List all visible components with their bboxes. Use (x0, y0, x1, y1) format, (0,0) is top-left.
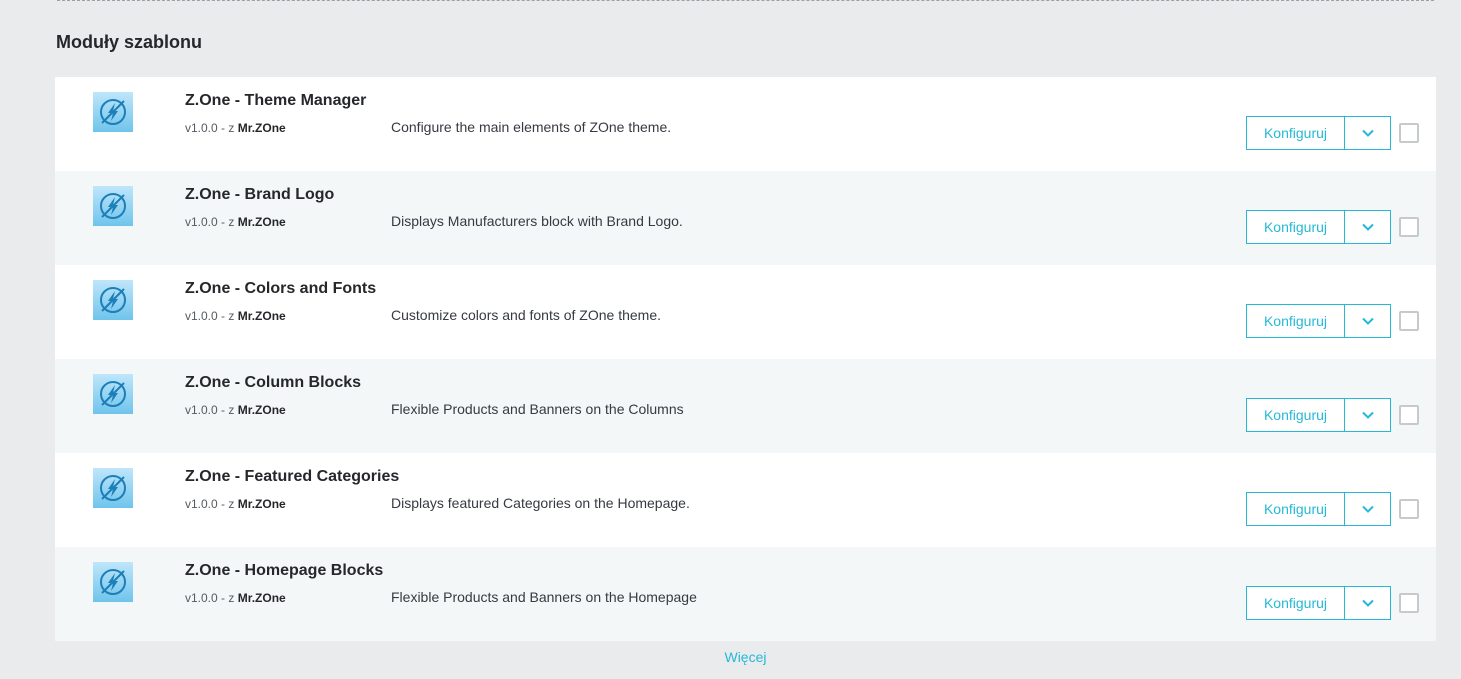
dropdown-toggle-button[interactable] (1345, 586, 1391, 620)
module-row: Z.One - Colors and Fonts v1.0.0 - z Mr.Z… (55, 265, 1436, 359)
module-author: Mr.ZOne (237, 309, 286, 323)
module-description: Displays featured Categories on the Home… (391, 495, 690, 511)
module-meta: v1.0.0 - z Mr.ZOne (185, 309, 286, 323)
chevron-down-icon (1361, 411, 1374, 419)
module-row: Z.One - Homepage Blocks v1.0.0 - z Mr.ZO… (55, 547, 1436, 641)
zone-lightning-icon (93, 186, 133, 226)
configure-button[interactable]: Konfiguruj (1246, 586, 1345, 620)
module-name: Z.One - Theme Manager (185, 92, 367, 109)
select-checkbox[interactable] (1399, 593, 1419, 613)
chevron-down-icon (1361, 317, 1374, 325)
section-title: Moduły szablonu (56, 32, 202, 52)
module-name: Z.One - Column Blocks (185, 374, 362, 391)
module-description: Customize colors and fonts of ZOne theme… (391, 307, 662, 323)
action-button-group: Konfiguruj (1246, 398, 1391, 432)
action-button-group: Konfiguruj (1246, 586, 1391, 620)
module-author: Mr.ZOne (237, 591, 286, 605)
select-checkbox[interactable] (1399, 311, 1419, 331)
module-author: Mr.ZOne (237, 497, 286, 511)
chevron-down-icon (1361, 129, 1374, 137)
module-row: Z.One - Column Blocks v1.0.0 - z Mr.ZOne… (55, 359, 1436, 453)
module-name: Z.One - Featured Categories (185, 468, 400, 485)
module-author: Mr.ZOne (237, 121, 286, 135)
module-list: Z.One - Theme Manager v1.0.0 - z Mr.ZOne… (55, 77, 1436, 641)
select-checkbox[interactable] (1399, 499, 1419, 519)
module-meta: v1.0.0 - z Mr.ZOne (185, 215, 286, 229)
module-meta: v1.0.0 - z Mr.ZOne (185, 497, 286, 511)
more-link[interactable]: Więcej (0, 649, 1461, 665)
select-checkbox[interactable] (1399, 123, 1419, 143)
dropdown-toggle-button[interactable] (1345, 398, 1391, 432)
module-row: Z.One - Featured Categories v1.0.0 - z M… (55, 453, 1436, 547)
zone-lightning-icon (93, 468, 133, 508)
zone-lightning-icon (93, 562, 133, 602)
module-version: v1.0.0 - z (185, 309, 235, 323)
module-meta: v1.0.0 - z Mr.ZOne (185, 403, 286, 417)
module-version: v1.0.0 - z (185, 403, 235, 417)
dropdown-toggle-button[interactable] (1345, 116, 1391, 150)
module-name: Z.One - Colors and Fonts (185, 280, 377, 297)
action-button-group: Konfiguruj (1246, 210, 1391, 244)
module-description: Configure the main elements of ZOne them… (391, 119, 672, 135)
configure-button[interactable]: Konfiguruj (1246, 116, 1345, 150)
module-meta: v1.0.0 - z Mr.ZOne (185, 121, 286, 135)
module-description: Flexible Products and Banners on the Col… (391, 401, 684, 417)
zone-lightning-icon (93, 280, 133, 320)
chevron-down-icon (1361, 505, 1374, 513)
module-meta: v1.0.0 - z Mr.ZOne (185, 591, 286, 605)
module-version: v1.0.0 - z (185, 591, 235, 605)
zone-lightning-icon (93, 374, 133, 414)
module-author: Mr.ZOne (237, 403, 286, 417)
module-name: Z.One - Brand Logo (185, 186, 335, 203)
action-button-group: Konfiguruj (1246, 116, 1391, 150)
action-button-group: Konfiguruj (1246, 492, 1391, 526)
configure-button[interactable]: Konfiguruj (1246, 304, 1345, 338)
select-checkbox[interactable] (1399, 405, 1419, 425)
chevron-down-icon (1361, 599, 1374, 607)
dropdown-toggle-button[interactable] (1345, 210, 1391, 244)
configure-button[interactable]: Konfiguruj (1246, 492, 1345, 526)
action-button-group: Konfiguruj (1246, 304, 1391, 338)
top-divider (57, 0, 1434, 1)
module-version: v1.0.0 - z (185, 497, 235, 511)
configure-button[interactable]: Konfiguruj (1246, 398, 1345, 432)
module-row: Z.One - Theme Manager v1.0.0 - z Mr.ZOne… (55, 77, 1436, 171)
module-description: Displays Manufacturers block with Brand … (391, 213, 683, 229)
module-version: v1.0.0 - z (185, 121, 235, 135)
dropdown-toggle-button[interactable] (1345, 492, 1391, 526)
module-row: Z.One - Brand Logo v1.0.0 - z Mr.ZOne Di… (55, 171, 1436, 265)
configure-button[interactable]: Konfiguruj (1246, 210, 1345, 244)
dropdown-toggle-button[interactable] (1345, 304, 1391, 338)
module-version: v1.0.0 - z (185, 215, 235, 229)
module-author: Mr.ZOne (237, 215, 286, 229)
select-checkbox[interactable] (1399, 217, 1419, 237)
chevron-down-icon (1361, 223, 1374, 231)
module-description: Flexible Products and Banners on the Hom… (391, 589, 697, 605)
zone-lightning-icon (93, 92, 133, 132)
module-name: Z.One - Homepage Blocks (185, 562, 384, 579)
